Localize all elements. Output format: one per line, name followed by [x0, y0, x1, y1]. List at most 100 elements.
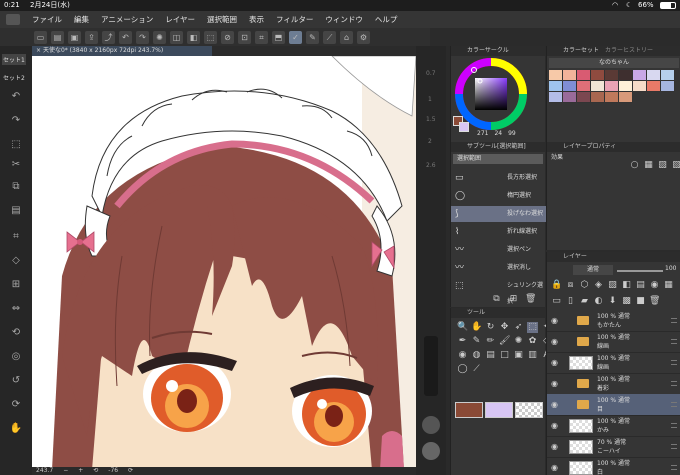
- visible-icon[interactable]: ◉: [649, 280, 660, 291]
- layer-row[interactable]: ◉ 70 % 通常 こーハイ: [547, 436, 680, 458]
- document-tab[interactable]: × 天使な0* (3840 x 2160px 72dpi 243.7%): [32, 46, 212, 56]
- color-swatch[interactable]: [633, 81, 647, 92]
- brush-size-slider[interactable]: [424, 336, 438, 396]
- color-swatch[interactable]: [563, 81, 577, 92]
- copy-subtool-icon[interactable]: ⧉: [491, 294, 502, 305]
- layer-row[interactable]: ◉ 100 % 通常 着彩: [547, 373, 680, 395]
- sub-color-swatch[interactable]: [485, 402, 513, 418]
- paste-icon[interactable]: ▤: [9, 204, 23, 218]
- undo-icon[interactable]: ↶: [119, 30, 132, 44]
- snap-icon[interactable]: ⌂: [340, 30, 353, 44]
- crop-icon[interactable]: ⌗: [255, 30, 268, 44]
- layer-row[interactable]: ◉ 100 % 通常 線画: [547, 352, 680, 374]
- line-correction-icon[interactable]: ⟋: [471, 364, 482, 375]
- tab-color-history[interactable]: カラーヒストリー: [605, 46, 653, 56]
- eye-icon[interactable]: ◉: [551, 400, 558, 409]
- rotate-icon[interactable]: ⟲: [9, 326, 23, 340]
- sub-tool-group-tab[interactable]: 選択範囲: [453, 154, 543, 164]
- more-icon[interactable]: ▦: [663, 280, 674, 291]
- selection-tool-icon[interactable]: ⬚: [527, 322, 538, 333]
- pencil-tool-icon[interactable]: ✏: [485, 336, 496, 347]
- redo-icon[interactable]: ↷: [9, 114, 23, 128]
- figure-tool-icon[interactable]: □: [499, 350, 510, 361]
- new-folder-icon[interactable]: ▰: [579, 296, 590, 307]
- history-icon[interactable]: ↺: [9, 374, 23, 388]
- sub-tool-item[interactable]: ⟆ 投げなわ選択: [451, 206, 546, 222]
- color-swatch[interactable]: [591, 70, 605, 81]
- effect-color-icon[interactable]: ▨: [657, 160, 668, 171]
- zoom-tool-icon[interactable]: 🔍: [457, 322, 468, 333]
- new-raster-layer-icon[interactable]: ▭: [551, 296, 562, 307]
- redo-icon[interactable]: ↷: [136, 30, 149, 44]
- color-swatch[interactable]: [661, 70, 675, 81]
- fill-icon[interactable]: ◧: [187, 30, 200, 44]
- pen-icon[interactable]: ✎: [306, 30, 319, 44]
- drag-handle-icon[interactable]: [671, 381, 677, 386]
- clip-icon[interactable]: ⧈: [565, 280, 576, 291]
- save-icon[interactable]: ▣: [68, 30, 81, 44]
- effect-layer-color-icon[interactable]: ▧: [671, 160, 680, 171]
- free-transform-icon[interactable]: ◇: [9, 254, 23, 268]
- color-swatch[interactable]: [577, 92, 591, 103]
- mask-icon[interactable]: ◧: [621, 280, 632, 291]
- new-file-icon[interactable]: ▭: [34, 30, 47, 44]
- color-swatch[interactable]: [549, 81, 563, 92]
- eye-icon[interactable]: ◉: [551, 358, 558, 367]
- opacity-value[interactable]: 100: [665, 265, 676, 272]
- eye-icon[interactable]: ◉: [551, 316, 558, 325]
- quick-access-icon[interactable]: ✋: [9, 422, 23, 436]
- mesh-transform-icon[interactable]: ⊞: [9, 278, 23, 292]
- color-set-dropdown[interactable]: なのちゃん: [549, 58, 679, 68]
- drag-handle-icon[interactable]: [671, 318, 677, 323]
- frame-tool-icon[interactable]: ▣: [513, 350, 524, 361]
- flip-icon[interactable]: ⇔: [9, 302, 23, 316]
- pen-tool-icon[interactable]: ✎: [471, 336, 482, 347]
- delete-subtool-icon[interactable]: 🗑: [525, 294, 536, 305]
- eye-icon[interactable]: ◉: [551, 337, 558, 346]
- copy-icon[interactable]: ⧉: [9, 180, 23, 194]
- merge-down-icon[interactable]: ⬇: [607, 296, 618, 307]
- check-icon[interactable]: ✓: [289, 30, 302, 44]
- undo-icon[interactable]: ↶: [9, 90, 23, 104]
- layer-mask-icon[interactable]: ◐: [593, 296, 604, 307]
- drawing-canvas[interactable]: [32, 56, 416, 470]
- object-tool-icon[interactable]: ➶: [513, 322, 524, 333]
- close-icon[interactable]: ×: [36, 47, 43, 54]
- color-swatch[interactable]: [591, 81, 605, 92]
- drag-handle-icon[interactable]: [671, 402, 677, 407]
- deselect-icon[interactable]: ⬚: [9, 138, 23, 152]
- layer-row[interactable]: ◉ 100 % 通常 もかたん: [547, 310, 680, 332]
- color-swatch[interactable]: [563, 70, 577, 81]
- menu-filter[interactable]: フィルター: [276, 14, 313, 25]
- drag-handle-icon[interactable]: [671, 360, 677, 365]
- main-color-swatch[interactable]: [455, 402, 483, 418]
- ruler-icon[interactable]: ⟋: [323, 30, 336, 44]
- sub-tool-item[interactable]: 〰 選択消し: [451, 260, 546, 276]
- gradient-tool-icon[interactable]: ▤: [485, 350, 496, 361]
- white-icon[interactable]: ■: [635, 296, 646, 307]
- export-icon[interactable]: ⇪: [85, 30, 98, 44]
- app-icon[interactable]: [6, 14, 20, 25]
- selection-launcher-icon[interactable]: ⬒: [272, 30, 285, 44]
- airbrush-icon[interactable]: ✺: [513, 336, 524, 347]
- deselect-icon[interactable]: ⊘: [221, 30, 234, 44]
- color-swatch[interactable]: [577, 70, 591, 81]
- open-folder-icon[interactable]: ▤: [51, 30, 64, 44]
- color-swatch[interactable]: [619, 70, 633, 81]
- eye-icon[interactable]: ◉: [551, 421, 558, 430]
- zoom-value[interactable]: 243.7: [36, 467, 53, 475]
- lock-icon[interactable]: 🔒: [551, 280, 562, 291]
- rotate-left-icon[interactable]: ⟲: [93, 467, 98, 475]
- sub-tool-item[interactable]: 〰 選択ペン: [451, 242, 546, 258]
- new-vector-layer-icon[interactable]: ▯: [565, 296, 576, 307]
- rotation-angle[interactable]: -76: [108, 467, 118, 475]
- layer-row[interactable]: ◉ 100 % 通常 目: [547, 394, 680, 416]
- zoom-in-icon[interactable]: +: [78, 467, 83, 475]
- color-swatch[interactable]: [563, 92, 577, 103]
- color-swatch[interactable]: [605, 81, 619, 92]
- color-swatch[interactable]: [591, 92, 605, 103]
- loading-icon[interactable]: ✺: [153, 30, 166, 44]
- zoom-out-icon[interactable]: −: [63, 467, 68, 475]
- decoration-icon[interactable]: ✿: [527, 336, 538, 347]
- rotate-right-icon[interactable]: ⟳: [128, 467, 133, 475]
